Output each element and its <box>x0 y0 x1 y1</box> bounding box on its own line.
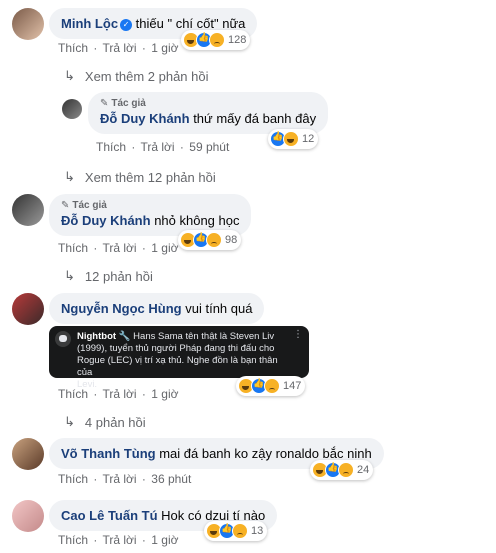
like-link[interactable]: Thích <box>58 241 88 255</box>
avatar[interactable] <box>12 438 44 470</box>
comment-actions: Thích · Trả lời · 1 giờ <box>58 41 179 55</box>
reply-link[interactable]: Trả lời <box>140 140 174 154</box>
comment-author[interactable]: Cao Lê Tuấn Tú <box>61 508 158 523</box>
sad-icon <box>206 232 222 248</box>
avatar[interactable] <box>62 99 82 119</box>
avatar[interactable] <box>12 194 44 226</box>
timestamp[interactable]: 36 phút <box>151 472 191 486</box>
pen-icon: ✎ <box>100 98 109 109</box>
timestamp[interactable]: 1 giờ <box>151 241 178 255</box>
reply-link[interactable]: Trả lời <box>102 41 136 55</box>
comment-text: thứ mấy đá banh đây <box>193 111 317 126</box>
comment-text: nhỏ không học <box>154 213 240 228</box>
sad-icon <box>232 523 248 539</box>
reaction-summary[interactable]: 13 <box>204 521 268 541</box>
wrench-icon: 🔧 <box>118 331 131 342</box>
reply-arrow-icon: ↳ <box>64 414 75 429</box>
reaction-summary[interactable]: 24 <box>310 460 374 480</box>
comment-text: thiếu " chí cốt" nữa <box>135 16 246 31</box>
comment-author[interactable]: Minh Lộc <box>61 16 118 31</box>
avatar[interactable] <box>12 293 44 325</box>
reply-arrow-icon: ↳ <box>64 68 75 83</box>
more-options-icon: ⋮ <box>293 329 303 340</box>
reply-link[interactable]: Trả lời <box>102 472 136 486</box>
image-attachment[interactable]: ⋮ Nightbot 🔧 Hans Sama tên thật là Steve… <box>49 326 309 390</box>
reaction-count: 13 <box>251 525 264 537</box>
reaction-count: 12 <box>302 133 315 145</box>
comment-actions: Thích · Trả lời · 59 phút <box>96 140 230 154</box>
verified-icon: ✓ <box>120 19 133 31</box>
comment-actions: Thích · Trả lời · 1 giờ <box>58 241 179 255</box>
reaction-count: 98 <box>225 234 238 246</box>
view-more-replies[interactable]: ↳ Xem thêm 2 phản hồi <box>64 68 208 84</box>
comment-author[interactable]: Đỗ Duy Khánh <box>61 213 151 228</box>
reply-link[interactable]: Trả lời <box>102 387 136 401</box>
reaction-count: 128 <box>228 34 247 46</box>
comment-bubble: Nguyễn Ngọc Hùng vui tính quá <box>49 293 265 324</box>
timestamp[interactable]: 59 phút <box>189 140 229 154</box>
reaction-summary[interactable]: 147 <box>236 376 306 396</box>
bot-name: Nightbot <box>77 331 117 342</box>
like-link[interactable]: Thích <box>58 533 88 547</box>
reply-link[interactable]: Trả lời <box>102 241 136 255</box>
sad-icon <box>264 378 280 394</box>
reaction-summary[interactable]: 128 <box>181 30 251 50</box>
reaction-summary[interactable]: 12 <box>268 129 319 149</box>
avatar[interactable] <box>12 500 44 532</box>
comment-actions: Thích · Trả lời · 1 giờ <box>58 387 179 401</box>
reaction-count: 24 <box>357 464 370 476</box>
timestamp[interactable]: 1 giờ <box>151 41 178 55</box>
like-link[interactable]: Thích <box>58 472 88 486</box>
comment-actions: Thích · Trả lời · 1 giờ <box>58 533 179 547</box>
view-replies[interactable]: ↳ 4 phản hồi <box>64 414 146 430</box>
comment-author[interactable]: Nguyễn Ngọc Hùng <box>61 301 182 316</box>
reaction-summary[interactable]: 98 <box>178 230 242 250</box>
reply-arrow-icon: ↳ <box>64 169 75 184</box>
like-link[interactable]: Thích <box>58 387 88 401</box>
comment-actions: Thích · Trả lời · 36 phút <box>58 472 192 486</box>
view-replies[interactable]: ↳ 12 phản hồi <box>64 268 153 284</box>
view-more-replies[interactable]: ↳ Xem thêm 12 phản hồi <box>64 169 216 185</box>
avatar[interactable] <box>12 8 44 40</box>
like-link[interactable]: Thích <box>58 41 88 55</box>
comment-author[interactable]: Võ Thanh Tùng <box>61 446 156 461</box>
comment-text: vui tính quá <box>185 301 253 316</box>
comment-text: mai đá banh ko zậy ronaldo bắc ninh <box>159 446 372 461</box>
reply-link[interactable]: Trả lời <box>102 533 136 547</box>
pen-icon: ✎ <box>61 200 70 211</box>
haha-icon <box>283 131 299 147</box>
bot-icon <box>55 331 71 347</box>
timestamp[interactable]: 1 giờ <box>151 533 178 547</box>
like-link[interactable]: Thích <box>96 140 126 154</box>
author-badge: ✎ Tác giả <box>100 98 146 109</box>
comment-author[interactable]: Đỗ Duy Khánh <box>100 111 190 126</box>
sad-icon <box>338 462 354 478</box>
reaction-count: 147 <box>283 380 302 392</box>
reply-arrow-icon: ↳ <box>64 268 75 283</box>
sad-icon <box>209 32 225 48</box>
timestamp[interactable]: 1 giờ <box>151 387 178 401</box>
comment-bubble: ✎ Tác giả Đỗ Duy Khánh thứ mấy đá banh đâ… <box>88 92 329 134</box>
author-badge: ✎ Tác giả <box>61 200 107 211</box>
